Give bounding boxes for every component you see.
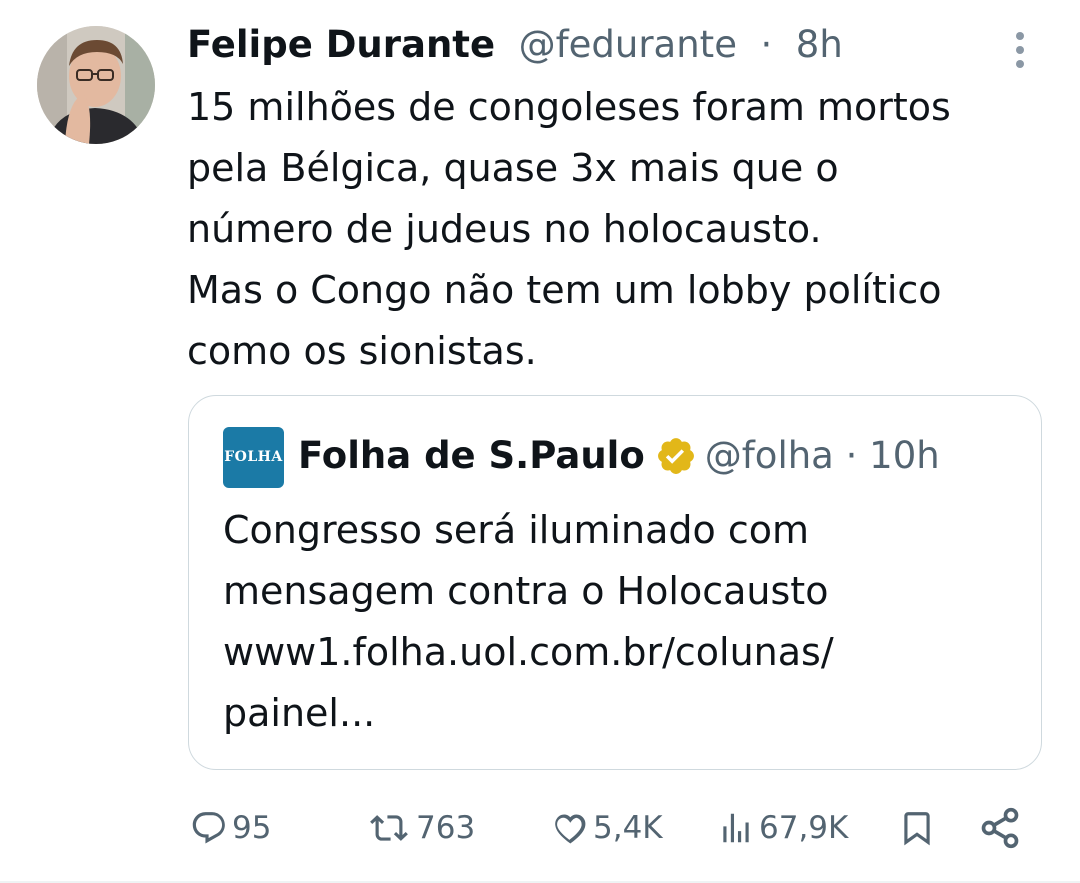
quote-text-line: Congresso será iluminado com bbox=[223, 508, 809, 552]
quote-text-line: www1.folha.uol.com.br/colunas/ bbox=[223, 630, 834, 674]
repost-icon bbox=[370, 815, 408, 841]
quoted-tweet-card[interactable]: FOLHA Folha de S.Paulo @folha · 10h Cong… bbox=[188, 395, 1042, 770]
share-button[interactable] bbox=[978, 800, 1022, 856]
author-handle[interactable]: @fedurante bbox=[507, 23, 737, 66]
tweet-text-line: pela Bélgica, quase 3x mais que o bbox=[187, 146, 839, 190]
quote-text-line: mensagem contra o Holocausto bbox=[223, 569, 829, 613]
tweet-text-line: Mas o Congo não tem um lobby político bbox=[187, 268, 942, 312]
more-vertical-icon bbox=[1016, 32, 1024, 68]
quote-text-line: painel... bbox=[223, 691, 376, 735]
quote-time[interactable]: 10h bbox=[869, 433, 940, 479]
share-icon bbox=[981, 807, 1019, 849]
tweet-header: Felipe Durante @fedurante · 8h bbox=[187, 22, 843, 68]
tweet-action-bar: 95 763 5,4K 67,9K bbox=[0, 800, 1080, 856]
tweet-text-line: como os sionistas. bbox=[187, 329, 537, 373]
quote-text: Congresso será iluminado com mensagem co… bbox=[223, 500, 1023, 744]
like-button[interactable]: 5,4K bbox=[551, 800, 663, 856]
reply-count: 95 bbox=[232, 810, 272, 846]
quote-author-handle[interactable]: @folha bbox=[705, 433, 834, 479]
author-name[interactable]: Felipe Durante bbox=[187, 23, 495, 66]
tweet-text-line: 15 milhões de congoleses foram mortos bbox=[187, 85, 951, 129]
bookmark-icon bbox=[904, 812, 930, 846]
bookmark-button[interactable] bbox=[898, 800, 936, 856]
quote-header: Folha de S.Paulo @folha · 10h bbox=[298, 433, 940, 479]
quote-author-name[interactable]: Folha de S.Paulo bbox=[298, 433, 645, 479]
repost-button[interactable]: 763 bbox=[366, 800, 475, 856]
quote-header-separator: · bbox=[845, 434, 858, 477]
more-options-button[interactable] bbox=[1003, 30, 1037, 70]
verified-badge-icon bbox=[655, 435, 697, 477]
like-count: 5,4K bbox=[593, 810, 663, 846]
reply-button[interactable]: 95 bbox=[190, 800, 271, 856]
views-button[interactable]: 67,9K bbox=[717, 800, 848, 856]
tweet-time[interactable]: 8h bbox=[796, 23, 843, 66]
heart-icon bbox=[555, 814, 586, 844]
folha-logo[interactable]: FOLHA bbox=[223, 427, 284, 488]
reply-icon bbox=[192, 812, 225, 844]
author-avatar[interactable] bbox=[37, 26, 155, 144]
tweet-text-line: número de judeus no holocausto. bbox=[187, 207, 822, 251]
tweet-text: 15 milhões de congoleses foram mortos pe… bbox=[187, 77, 1027, 382]
views-chart-icon bbox=[723, 813, 749, 843]
views-count: 67,9K bbox=[759, 810, 849, 846]
header-separator: · bbox=[748, 23, 785, 66]
repost-count: 763 bbox=[416, 810, 476, 846]
